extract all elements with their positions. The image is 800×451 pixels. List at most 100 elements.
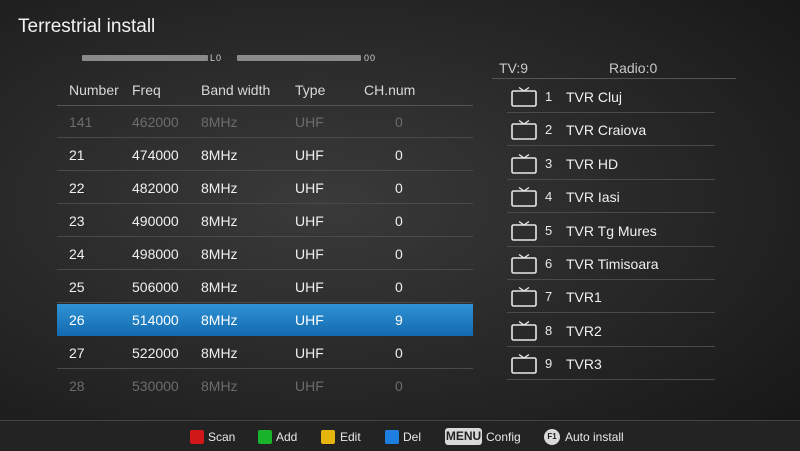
header-type: Type	[295, 82, 326, 98]
cell-type: UHF	[295, 213, 324, 229]
channel-name: TVR2	[566, 322, 602, 339]
tv-icon	[511, 120, 537, 141]
tv-icon	[511, 354, 537, 374]
cell-type: UHF	[295, 312, 324, 328]
red-key-icon	[190, 430, 204, 444]
channel-list-item[interactable]: 6 TVR Timisoara	[507, 247, 715, 280]
cell-number: 21	[69, 147, 85, 163]
channel-list-item[interactable]: 4 TVR Iasi	[507, 180, 715, 214]
header-bandwidth: Band width	[201, 82, 271, 98]
cell-freq: 474000	[132, 147, 179, 163]
cell-bandwidth: 8MHz	[201, 246, 238, 262]
channel-number: 7	[545, 289, 553, 305]
channel-number: 5	[545, 222, 553, 238]
cell-bandwidth: 8MHz	[201, 279, 238, 295]
cell-number: 22	[69, 180, 85, 196]
channel-list-item[interactable]: 9 TVR3	[507, 347, 715, 381]
tv-icon	[511, 320, 537, 341]
tv-icon	[511, 287, 537, 308]
header-divider	[57, 105, 473, 106]
cell-freq: 482000	[132, 180, 179, 196]
channel-list-item[interactable]: 5 TVR Tg Mures	[507, 214, 715, 247]
cell-chnum: 0	[395, 378, 403, 394]
channel-name: TVR Cluj	[566, 89, 623, 105]
channel-list-item[interactable]: 8 TVR2	[507, 314, 715, 347]
channel-number: 4	[545, 189, 553, 205]
cell-type: UHF	[295, 147, 324, 163]
cell-number: 26	[69, 312, 85, 328]
cell-type: UHF	[295, 279, 324, 295]
cell-freq: 490000	[132, 213, 179, 229]
channel-list-item[interactable]: 7 TVR1	[507, 280, 715, 314]
cell-bandwidth: 8MHz	[201, 180, 238, 196]
cell-bandwidth: 8MHz	[201, 378, 238, 394]
cell-chnum: 0	[395, 213, 403, 229]
channel-name: TVR Tg Mures	[566, 222, 657, 239]
cell-number: 27	[69, 345, 85, 361]
table-row[interactable]: 24 498000 8MHz UHF 0	[57, 238, 473, 270]
cell-type: UHF	[295, 180, 324, 196]
channel-name: TVR3	[566, 356, 602, 373]
channel-number: 3	[545, 155, 553, 171]
scan-label[interactable]: Scan	[208, 430, 235, 444]
table-row-selected[interactable]: 26 514000 8MHz UHF 9	[57, 304, 473, 336]
table-row[interactable]: 27 522000 8MHz UHF 0	[57, 337, 473, 369]
footer-bar: Scan Add Edit Del MENU Config F1 Auto in…	[0, 420, 800, 451]
cell-freq: 522000	[132, 345, 179, 361]
signal-quality-label: 00	[364, 53, 377, 63]
header-freq: Freq	[132, 82, 161, 98]
cell-bandwidth: 8MHz	[201, 213, 238, 229]
table-row[interactable]: 28 530000 8MHz UHF 0	[57, 370, 473, 396]
add-label[interactable]: Add	[276, 430, 297, 444]
del-label[interactable]: Del	[403, 430, 421, 444]
f1-key-icon: F1	[544, 429, 560, 445]
cell-number: 28	[69, 378, 85, 394]
table-row[interactable]: 22 482000 8MHz UHF 0	[57, 172, 473, 204]
page-title: Terrestrial install	[18, 16, 156, 37]
channel-number: 1	[545, 89, 553, 104]
channel-number: 6	[545, 256, 553, 271]
table-header: Number Freq Band width Type CH.num	[57, 80, 473, 102]
table-row[interactable]: 21 474000 8MHz UHF 0	[57, 139, 473, 171]
channel-list-item[interactable]: 3 TVR HD	[507, 147, 715, 180]
tv-icon	[511, 187, 537, 207]
channel-number: 8	[545, 322, 553, 338]
table-row[interactable]: 23 490000 8MHz UHF 0	[57, 205, 473, 237]
radio-count: Radio:0	[609, 60, 658, 76]
cell-number: 23	[69, 213, 85, 229]
cell-chnum: 0	[395, 180, 403, 196]
signal-quality-bar	[237, 55, 361, 61]
channel-name: TVR Timisoara	[566, 256, 659, 272]
cell-bandwidth: 8MHz	[201, 114, 238, 130]
cell-bandwidth: 8MHz	[201, 312, 238, 328]
cell-type: UHF	[295, 378, 324, 394]
cell-freq: 514000	[132, 312, 179, 328]
cell-number: 25	[69, 279, 85, 295]
blue-key-icon	[385, 430, 399, 444]
cell-type: UHF	[295, 114, 324, 130]
channel-number: 2	[545, 122, 553, 138]
auto-install-label[interactable]: Auto install	[565, 430, 624, 444]
cell-chnum: 9	[395, 312, 403, 328]
config-label[interactable]: Config	[486, 430, 521, 444]
yellow-key-icon	[321, 430, 335, 444]
tv-icon	[511, 253, 537, 274]
green-key-icon	[258, 430, 272, 444]
header-number: Number	[69, 82, 119, 98]
table-row[interactable]: 141 462000 8MHz UHF 0	[57, 112, 473, 138]
channel-list-divider	[492, 78, 736, 79]
channel-list-item[interactable]: 1 TVR Cluj	[507, 80, 715, 113]
signal-strength-label: L0	[210, 53, 223, 63]
tv-icon	[511, 153, 537, 174]
channel-list-item[interactable]: 2 TVR Craiova	[507, 113, 715, 147]
tv-icon	[511, 220, 537, 241]
cell-chnum: 0	[395, 147, 403, 163]
tv-count: TV:9	[499, 60, 529, 76]
signal-strength-bar	[82, 55, 208, 61]
cell-freq: 462000	[132, 114, 179, 130]
cell-freq: 498000	[132, 246, 179, 262]
cell-type: UHF	[295, 246, 324, 262]
cell-number: 24	[69, 246, 85, 262]
table-row[interactable]: 25 506000 8MHz UHF 0	[57, 271, 473, 303]
edit-label[interactable]: Edit	[340, 430, 361, 444]
